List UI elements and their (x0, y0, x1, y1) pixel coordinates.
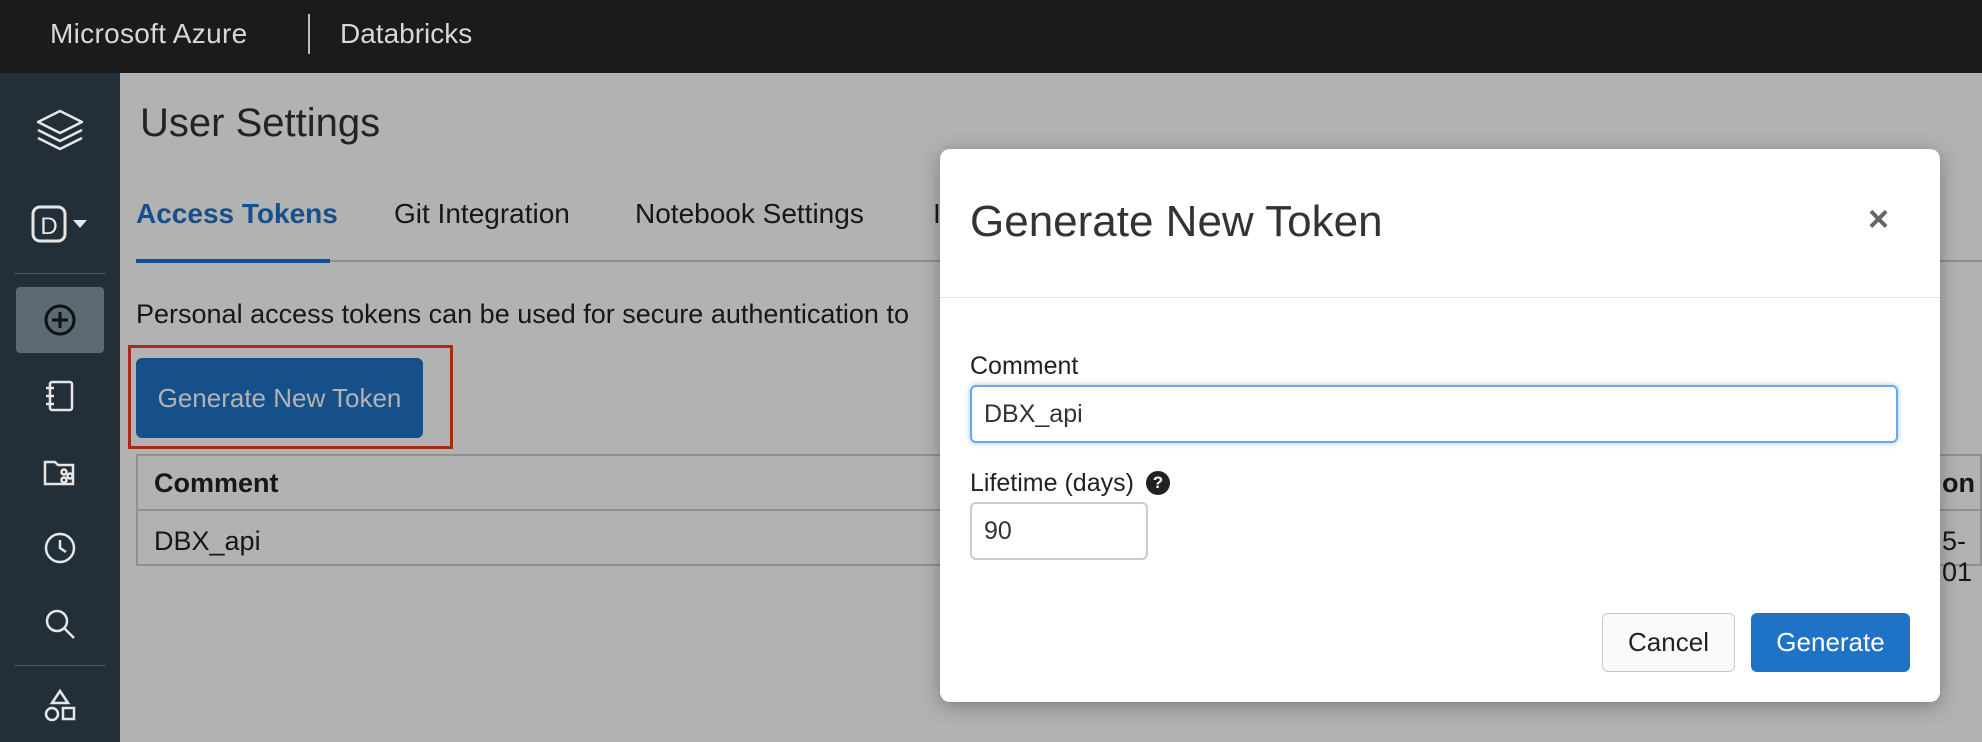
help-icon[interactable]: ? (1146, 471, 1170, 495)
sidebar-item-repos[interactable] (16, 439, 104, 505)
lifetime-label: Lifetime (days) (970, 469, 1134, 497)
brand-name[interactable]: Microsoft Azure (50, 18, 247, 50)
sidebar-item-workspace[interactable] (16, 363, 104, 429)
layers-icon (36, 109, 84, 151)
clock-icon (44, 532, 76, 564)
sidebar-divider-2 (14, 665, 106, 666)
topbar-divider (308, 14, 310, 54)
comment-input[interactable] (970, 385, 1898, 443)
sidebar-item-search[interactable] (16, 591, 104, 657)
sidebar: D (0, 73, 120, 742)
cancel-button[interactable]: Cancel (1602, 613, 1735, 672)
workspace-badge-icon: D (31, 205, 87, 243)
repos-folder-icon (43, 460, 75, 486)
svg-text:D: D (40, 213, 57, 240)
modal-header-divider (940, 297, 1940, 298)
sidebar-divider (14, 273, 106, 274)
plus-circle-icon (44, 304, 76, 336)
generate-button[interactable]: Generate (1751, 613, 1910, 672)
close-icon[interactable]: × (1868, 201, 1889, 237)
generate-token-modal: Generate New Token × Comment Lifetime (d… (940, 149, 1940, 702)
sidebar-item-recents[interactable] (16, 515, 104, 581)
comment-label: Comment (970, 352, 1079, 380)
sidebar-item-create[interactable] (16, 287, 104, 353)
lifetime-input[interactable] (970, 502, 1148, 560)
sidebar-item-shapes[interactable] (16, 673, 104, 739)
sidebar-item-workspace-switcher[interactable]: D (16, 191, 104, 257)
top-bar: Microsoft Azure Databricks (0, 0, 1982, 73)
notebook-icon (46, 380, 74, 412)
product-name[interactable]: Databricks (340, 18, 472, 50)
sidebar-item-home[interactable] (16, 98, 104, 164)
modal-title: Generate New Token (970, 197, 1383, 246)
search-icon (45, 609, 75, 639)
shapes-icon (44, 688, 76, 722)
